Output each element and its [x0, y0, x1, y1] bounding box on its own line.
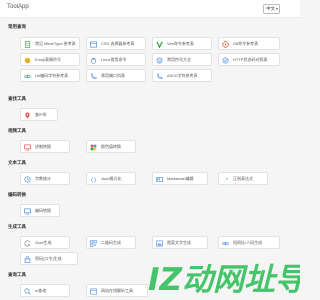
tool-label: 正则表达式 [233, 176, 253, 181]
regex-icon: .* [223, 177, 229, 183]
tool-card-http[interactable]: HTTP状态码对照表 [218, 53, 280, 66]
tool-label: ASCII字符参考表 [167, 73, 198, 78]
tool-card-url[interactable]: Url编码字符参考表 [20, 69, 80, 82]
section-title: 文本工具 [8, 160, 26, 165]
tool-label: Json格式化 [101, 176, 122, 181]
web-icon [90, 288, 97, 294]
emoji-icon [24, 57, 31, 63]
symbol-icon: @ [156, 57, 163, 63]
tool-card-ui[interactable]: ui查询 [20, 284, 70, 297]
tool-label: 常用端口列表 [101, 73, 125, 78]
tool-label: Markdown编辑 [167, 176, 194, 181]
markdown-icon [156, 176, 163, 182]
language-select[interactable]: 中文 ▾ [263, 4, 280, 14]
http-icon [222, 57, 229, 63]
doc-icon [24, 40, 31, 48]
svg-text:@: @ [158, 58, 162, 62]
tool-card-regex[interactable]: .* 正则表达式 [218, 172, 268, 185]
tool-card-ascii[interactable]: ASCII字符参考表 [152, 69, 212, 82]
tool-card-qrcode[interactable]: 二维码生成 [86, 236, 136, 249]
chevron-down-icon: ▾ [275, 6, 278, 11]
vim-icon [156, 41, 163, 48]
port-icon [91, 73, 97, 79]
tool-label: CSS 选择器参考表 [101, 41, 135, 46]
shorturl-icon [222, 241, 229, 245]
language-value: 中文 [266, 6, 275, 11]
section-title: 查询工具 [8, 272, 26, 277]
section-title: 查找工具 [8, 96, 26, 101]
tool-card-git[interactable]: Git命令参考表 [218, 37, 280, 50]
encode-icon [24, 208, 31, 214]
tool-card-vim[interactable]: Vim命令参考表 [152, 37, 212, 50]
tool-card-art[interactable]: 图案文字生成 [152, 236, 208, 249]
svg-text:IZ动网址导航: IZ动网址导航 [148, 262, 300, 298]
art-icon [156, 240, 163, 246]
tool-label: 进制转换 [35, 144, 51, 149]
svg-text:{}: {} [90, 177, 96, 183]
watermark-logo: IZ动网址导航 [146, 256, 300, 300]
watermark-logo-graphic: IZ动网址导航 [148, 262, 300, 298]
password-icon [24, 255, 31, 263]
tool-label: Emoji表情符号 [35, 57, 62, 62]
count-icon [24, 175, 31, 183]
tool-card-shorturl[interactable]: 短网址/人码生成 [218, 236, 280, 249]
tool-card-css[interactable]: CSS 选择器参考表 [86, 37, 146, 50]
tool-label: 查IP所 [35, 112, 47, 117]
section-title: 视频工具 [8, 128, 26, 133]
tool-label: 图案文字生成 [167, 240, 191, 245]
tool-card-symbol[interactable]: @ 常用符号大全 [152, 53, 212, 66]
tool-label: ui查询 [35, 288, 47, 293]
tool-card-encode[interactable]: 编码转换 [20, 204, 60, 217]
tool-card-linux[interactable]: Linux常用命令 [86, 53, 146, 66]
search-icon [24, 288, 31, 295]
tool-card-guid[interactable]: Guid生成 [20, 236, 70, 249]
guid-icon [24, 240, 31, 246]
tool-label: Guid生成 [35, 240, 52, 245]
tool-card-web[interactable]: 网站在线解析工具 [86, 284, 148, 297]
tool-label: 密码(口令)生成 [35, 256, 62, 261]
top-bar: ToolApp 中文 ▾ [0, 0, 300, 18]
tool-card-markdown[interactable]: Markdown编辑 [152, 172, 208, 185]
tool-card-mimetype[interactable]: 常见 MimeType 参考表 [20, 37, 80, 50]
brand-name: ToolApp [7, 4, 29, 10]
svg-text:.*: .* [223, 177, 229, 183]
section-title: 生成工具 [8, 224, 26, 229]
link-icon [24, 74, 31, 78]
git-icon [222, 40, 229, 48]
tool-label: 短网址/人码生成 [233, 240, 263, 245]
tool-label: 颜色值转换 [101, 144, 121, 149]
tool-label: 编码转换 [35, 208, 51, 213]
tool-card-wordcount[interactable]: 字数统计 [20, 172, 70, 185]
ascii-icon [157, 73, 163, 79]
palette-icon [90, 144, 97, 150]
tool-card-ip[interactable]: 查IP所 [20, 108, 58, 121]
tool-card-json[interactable]: {} Json格式化 [86, 172, 136, 185]
tool-label: Linux常用命令 [101, 57, 127, 62]
tool-label: 二维码生成 [101, 240, 121, 245]
css-icon [90, 41, 97, 47]
json-icon: {} [90, 177, 96, 183]
tool-label: 常见 MimeType 参考表 [35, 41, 76, 46]
tool-label: 字数统计 [35, 176, 51, 181]
location-icon [25, 111, 30, 119]
linux-icon [90, 57, 97, 64]
monitor-icon [24, 144, 31, 150]
tool-card-password[interactable]: 密码(口令)生成 [20, 252, 78, 265]
section-title: 常用查询 [8, 24, 26, 29]
qrcode-icon [90, 239, 97, 247]
tool-card-emoji[interactable]: Emoji表情符号 [20, 53, 80, 66]
tool-label: 常用符号大全 [167, 57, 191, 62]
tool-card-base[interactable]: 进制转换 [20, 140, 70, 153]
tool-label: 网站在线解析工具 [101, 288, 133, 293]
tool-card-port[interactable]: 常用端口列表 [86, 69, 146, 82]
section-title: 编码转换 [8, 192, 26, 197]
tool-card-color[interactable]: 颜色值转换 [86, 140, 136, 153]
tool-label: Url编码字符参考表 [35, 73, 69, 78]
tool-label: HTTP状态码对照表 [233, 57, 268, 62]
tool-label: Git命令参考表 [233, 41, 259, 46]
tool-label: Vim命令参考表 [167, 41, 194, 46]
